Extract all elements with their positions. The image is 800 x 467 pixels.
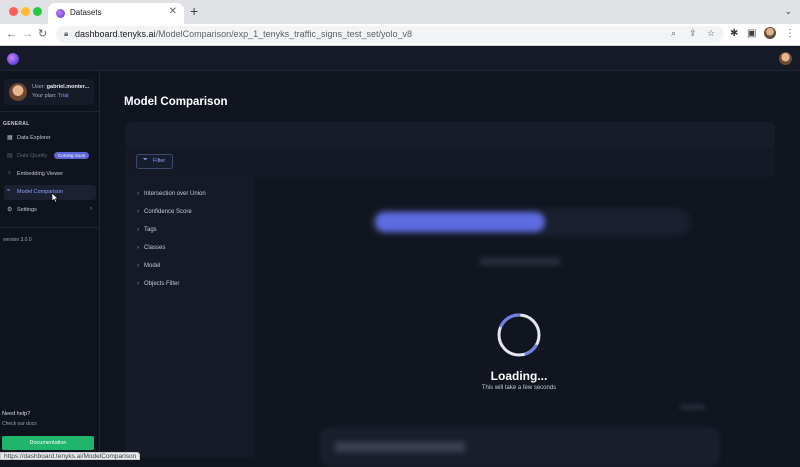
address-bar[interactable]: 🔒︎ dashboard.tenyks.ai/ModelComparison/e… (56, 26, 724, 43)
compare-icon: ≈ (7, 188, 11, 194)
filter-label: Classes (144, 245, 166, 251)
browser-tab[interactable]: Datasets ✕ (48, 3, 184, 24)
page-title: Model Comparison (124, 96, 228, 108)
plan-value: Trial (58, 93, 69, 99)
chevron-right-icon: › (137, 281, 139, 287)
chevron-right-icon: › (90, 206, 92, 212)
sidebar-item-label: Data Quality (17, 153, 48, 159)
gear-icon: ⚙ (7, 207, 13, 213)
close-window-button[interactable] (9, 7, 18, 16)
divider (0, 111, 100, 112)
filter-item-objects[interactable]: › Objects Filter (137, 281, 179, 287)
tenyks-favicon-icon (56, 9, 65, 18)
filter-button-label: Filter (153, 158, 166, 164)
browser-profile-avatar[interactable] (764, 27, 776, 39)
filter-item-tags[interactable]: › Tags (137, 227, 157, 233)
sidebar-item-embedding-viewer[interactable]: ⁘ Embedding Viewer (4, 167, 96, 182)
filter-label: Intersection over Union (144, 191, 206, 197)
chevron-right-icon: › (137, 191, 139, 197)
url-text: dashboard.tenyks.ai/ModelComparison/exp_… (75, 29, 412, 39)
blurred-label (680, 404, 705, 410)
filter-item-confidence[interactable]: › Confidence Score (137, 209, 192, 215)
share-icon[interactable]: ⇪ (689, 28, 697, 39)
url-path: /ModelComparison/exp_1_tenyks_traffic_si… (155, 29, 413, 39)
tab-search-icon[interactable]: ⌄ (784, 6, 792, 17)
header-user-avatar[interactable] (779, 52, 792, 65)
side-panel-icon[interactable]: ▣ (747, 28, 756, 40)
blurred-active-tab (375, 212, 545, 232)
forward-arrow-icon[interactable]: → (22, 27, 33, 41)
chevron-right-icon: › (137, 227, 139, 233)
filter-button[interactable]: ⏷ Filter (136, 154, 173, 169)
maximize-window-button[interactable] (33, 7, 42, 16)
tab-title: Datasets (70, 8, 102, 17)
reload-icon[interactable]: ↻ (38, 27, 47, 41)
sidebar-item-data-quality: ▤ Data Quality Coming Soon (4, 149, 96, 164)
filter-list: › Intersection over Union › Confidence Sco… (125, 177, 255, 457)
plan-prefix: Your plan: (32, 93, 57, 99)
loading-spinner-icon (497, 313, 541, 357)
user-prefix: User: (32, 84, 46, 90)
filter-item-iou[interactable]: › Intersection over Union (137, 191, 206, 197)
sidebar-item-label: Settings (17, 207, 37, 213)
help-title: Need help? (2, 411, 31, 417)
version-text: version 3.0.0 (3, 237, 32, 243)
divider (0, 227, 100, 228)
tab-close-icon[interactable]: ✕ (169, 6, 177, 17)
browser-menu-icon[interactable]: ⋮ (785, 28, 795, 40)
filter-item-classes[interactable]: › Classes (137, 245, 165, 251)
user-card[interactable]: User: gabriel.monter... Your plan: Trial (4, 79, 94, 105)
sidebar-item-label: Data Explorer (17, 135, 51, 141)
documentation-button[interactable]: Documentation (2, 436, 94, 450)
filter-label: Confidence Score (144, 209, 192, 215)
browser-toolbar: ← → ↻ 🔒︎ dashboard.tenyks.ai/ModelCompar… (0, 24, 800, 46)
tenyks-logo-icon[interactable] (7, 53, 19, 65)
url-host: dashboard.tenyks.ai (75, 29, 156, 39)
main-content: Model Comparison ⏷ Filter › Intersection … (101, 71, 800, 467)
loading-title: Loading... (490, 369, 548, 383)
zoom-search-icon[interactable]: ⌕ (671, 28, 676, 39)
plan-line: Your plan: Trial (32, 93, 69, 99)
loading-subtitle: This will take a few seconds (481, 385, 557, 391)
blurred-card-title (335, 442, 465, 452)
new-tab-button[interactable]: + (190, 4, 198, 18)
filter-funnel-icon: ⏷ (143, 157, 148, 163)
minimize-window-button[interactable] (21, 7, 30, 16)
quality-icon: ▤ (7, 153, 13, 159)
browser-tab-bar: Datasets ✕ + ⌄ (0, 0, 800, 24)
sidebar-item-data-explorer[interactable]: ▦ Data Explorer (4, 131, 96, 146)
filter-item-model[interactable]: › Model (137, 263, 160, 269)
filter-label: Objects Filter (144, 281, 180, 287)
mouse-pointer-icon (51, 193, 59, 203)
back-arrow-icon[interactable]: ← (6, 27, 17, 41)
bookmark-star-icon[interactable]: ☆ (707, 28, 715, 39)
section-title-general: GENERAL (3, 121, 30, 127)
chevron-right-icon: › (137, 245, 139, 251)
extensions-puzzle-icon[interactable]: ✱ (730, 28, 738, 40)
filter-label: Tags (144, 227, 157, 233)
avatar (9, 83, 27, 101)
sidebar: User: gabriel.monter... Your plan: Trial… (0, 71, 100, 460)
chevron-right-icon: › (137, 209, 139, 215)
user-line: User: gabriel.monter... (32, 84, 89, 90)
blurred-subtitle (480, 258, 560, 265)
help-subtitle: Check our docs (2, 421, 37, 427)
top-panel (125, 122, 775, 148)
filter-label: Model (144, 263, 161, 269)
scatter-icon: ⁘ (7, 171, 13, 177)
sidebar-item-settings[interactable]: ⚙ Settings › (4, 203, 96, 218)
lock-icon: 🔒︎ (64, 29, 69, 38)
coming-soon-badge: Coming Soon (54, 152, 90, 159)
user-name: gabriel.monter... (46, 84, 90, 90)
app-header (0, 47, 800, 71)
sidebar-item-label: Embedding Viewer (17, 171, 64, 177)
chevron-right-icon: › (137, 263, 139, 269)
sidebar-item-model-comparison[interactable]: ≈ Model Comparison (4, 185, 96, 200)
table-icon: ▦ (7, 135, 13, 141)
status-bar-url: https://dashboard.tenyks.ai/ModelCompari… (0, 452, 141, 460)
